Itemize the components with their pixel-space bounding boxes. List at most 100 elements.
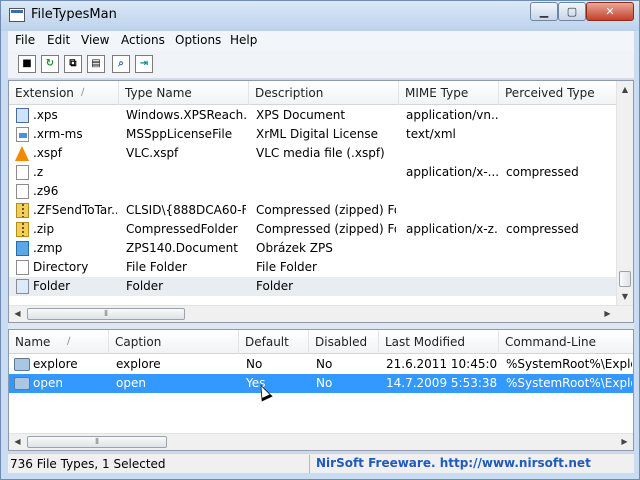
column-mime-type[interactable]: MIME Type	[399, 81, 499, 105]
cell-description: XPS Document	[256, 108, 346, 122]
properties-icon[interactable]: ▤	[87, 55, 105, 73]
cell-mime-type	[406, 277, 498, 296]
horizontal-scrollbar[interactable]: ◀ ⦀ ▶	[9, 305, 633, 322]
column-command-line[interactable]: Command-Line	[499, 330, 633, 354]
horizontal-scroll-thumb[interactable]: ⦀	[27, 436, 167, 448]
menu-options[interactable]: Options	[175, 33, 221, 47]
cell-mime-type	[406, 201, 498, 220]
table-row[interactable]: .xrm-ms MSSppLicenseFile XrML Digital Li…	[9, 125, 633, 144]
blank-file-icon	[16, 165, 29, 180]
column-disabled[interactable]: Disabled	[309, 330, 379, 354]
cell-extension: .zmp	[33, 241, 63, 255]
scroll-left-icon[interactable]: ◀	[9, 306, 26, 322]
cell-description	[256, 182, 396, 201]
cell-last-modified: 14.7.2009 5:53:38	[386, 376, 498, 390]
close-button[interactable]: ✕	[586, 2, 634, 21]
menu-file[interactable]: File	[15, 33, 35, 47]
app-icon	[9, 8, 25, 22]
cell-extension: .z	[33, 165, 44, 179]
scroll-right-icon[interactable]: ▶	[616, 434, 633, 450]
column-extension[interactable]: Extension	[9, 81, 119, 105]
cell-type-name: CLSID\{888DCA60-F...	[126, 203, 246, 217]
cell-extension: Folder	[33, 279, 71, 293]
copy-icon[interactable]: ⧉	[64, 55, 82, 73]
status-divider	[309, 455, 310, 473]
cell-perceived-type	[506, 258, 614, 277]
cell-extension: .zip	[33, 222, 55, 236]
scroll-right-icon[interactable]: ▶	[599, 306, 616, 322]
scroll-down-icon[interactable]: ▼	[617, 288, 633, 305]
table-row[interactable]: .xspf VLC.xspf VLC media file (.xspf)	[9, 144, 633, 163]
cell-perceived-type	[506, 182, 614, 201]
xps-document-icon	[16, 108, 29, 123]
table-row[interactable]: .xps Windows.XPSReach... XPS Document ap…	[9, 106, 633, 125]
minimize-button[interactable]: ▁	[530, 2, 558, 21]
menu-edit[interactable]: Edit	[47, 33, 70, 47]
cell-mime-type	[406, 144, 498, 163]
file-types-list[interactable]: Extension ∕ Type Name Description MIME T…	[8, 80, 634, 323]
cell-name: open	[33, 376, 63, 390]
cell-command-line: %SystemRoot%\Explore	[506, 357, 632, 371]
column-description[interactable]: Description	[249, 81, 399, 105]
command-icon	[14, 358, 30, 371]
table-row[interactable]: .ZFSendToTar... CLSID\{888DCA60-F... Com…	[9, 201, 633, 220]
folder-file-icon	[16, 279, 29, 294]
exit-icon[interactable]: ⇥	[135, 55, 153, 73]
cell-name: explore	[33, 357, 78, 371]
table-row[interactable]: .z96	[9, 182, 633, 201]
status-bar: 736 File Types, 1 Selected NirSoft Freew…	[8, 453, 634, 473]
table-row[interactable]: Directory File Folder File Folder	[9, 258, 633, 277]
table-row[interactable]: .zmp ZPS140.Document Obrázek ZPS	[9, 239, 633, 258]
title-bar[interactable]: FileTypesMan ▁ ▢ ✕	[1, 1, 639, 31]
scroll-up-icon[interactable]: ▲	[617, 81, 633, 98]
menu-actions[interactable]: Actions	[121, 33, 165, 47]
cell-disabled: No	[316, 376, 333, 390]
vertical-scrollbar[interactable]: ▲ ▼	[616, 81, 633, 305]
column-type-name[interactable]: Type Name	[119, 81, 249, 105]
table-row-selected[interactable]: open open Yes No 14.7.2009 5:53:38 %Syst…	[9, 374, 633, 393]
cell-perceived-type: compressed	[506, 165, 579, 179]
table-row[interactable]: .zip CompressedFolder Compressed (zipped…	[9, 220, 633, 239]
table-row[interactable]: .z application/x-... compressed	[9, 163, 633, 182]
nirsoft-link[interactable]: NirSoft Freeware. http://www.nirsoft.net	[316, 456, 591, 470]
column-name[interactable]: Name	[9, 330, 109, 354]
actions-list[interactable]: Name ∕ Caption Default Disabled Last Mod…	[8, 329, 634, 451]
zmp-file-icon	[16, 241, 29, 256]
file-types-header: Extension ∕ Type Name Description MIME T…	[9, 81, 633, 105]
menu-view[interactable]: View	[81, 33, 109, 47]
license-file-icon	[16, 127, 29, 142]
menu-help[interactable]: Help	[230, 33, 257, 47]
scroll-left-icon[interactable]: ◀	[9, 434, 26, 450]
zip-folder-icon	[16, 203, 29, 218]
save-icon[interactable]: ■	[18, 55, 36, 73]
table-row[interactable]: explore explore No No 21.6.2011 10:45:02…	[9, 355, 633, 374]
table-row-selected[interactable]: Folder Folder Folder	[9, 277, 633, 296]
cell-perceived-type	[506, 201, 614, 220]
cell-description: Compressed (zipped) Fo...	[256, 203, 396, 217]
column-default[interactable]: Default	[239, 330, 309, 354]
cell-mime-type: application/x-z...	[406, 222, 498, 236]
column-perceived-type[interactable]: Perceived Type	[499, 81, 617, 105]
refresh-icon[interactable]: ↻	[41, 55, 59, 73]
cell-description: Compressed (zipped) Fo...	[256, 222, 396, 236]
cell-extension: .xspf	[33, 146, 63, 160]
horizontal-scrollbar[interactable]: ◀ ⦀ ▶	[9, 433, 633, 450]
cell-type-name: File Folder	[126, 260, 187, 274]
column-caption[interactable]: Caption	[109, 330, 239, 354]
cell-mime-type	[406, 182, 498, 201]
maximize-button[interactable]: ▢	[558, 2, 586, 21]
horizontal-scroll-thumb[interactable]: ⦀	[27, 308, 185, 320]
vlc-cone-icon	[15, 146, 29, 161]
cell-perceived-type	[506, 277, 614, 296]
column-last-modified[interactable]: Last Modified	[379, 330, 499, 354]
file-search-icon[interactable]: ⌕	[112, 55, 130, 73]
cell-mime-type	[406, 239, 498, 258]
vertical-scroll-thumb[interactable]	[619, 271, 631, 287]
cell-type-name: ZPS140.Document	[126, 241, 238, 255]
toolbar: ■ ↻ ⧉ ▤ ⌕ ⇥	[8, 51, 634, 79]
cell-caption: explore	[116, 357, 161, 371]
cell-description: File Folder	[256, 260, 317, 274]
cell-perceived-type: compressed	[506, 222, 579, 236]
cell-description	[256, 163, 396, 182]
cell-perceived-type	[506, 106, 614, 125]
